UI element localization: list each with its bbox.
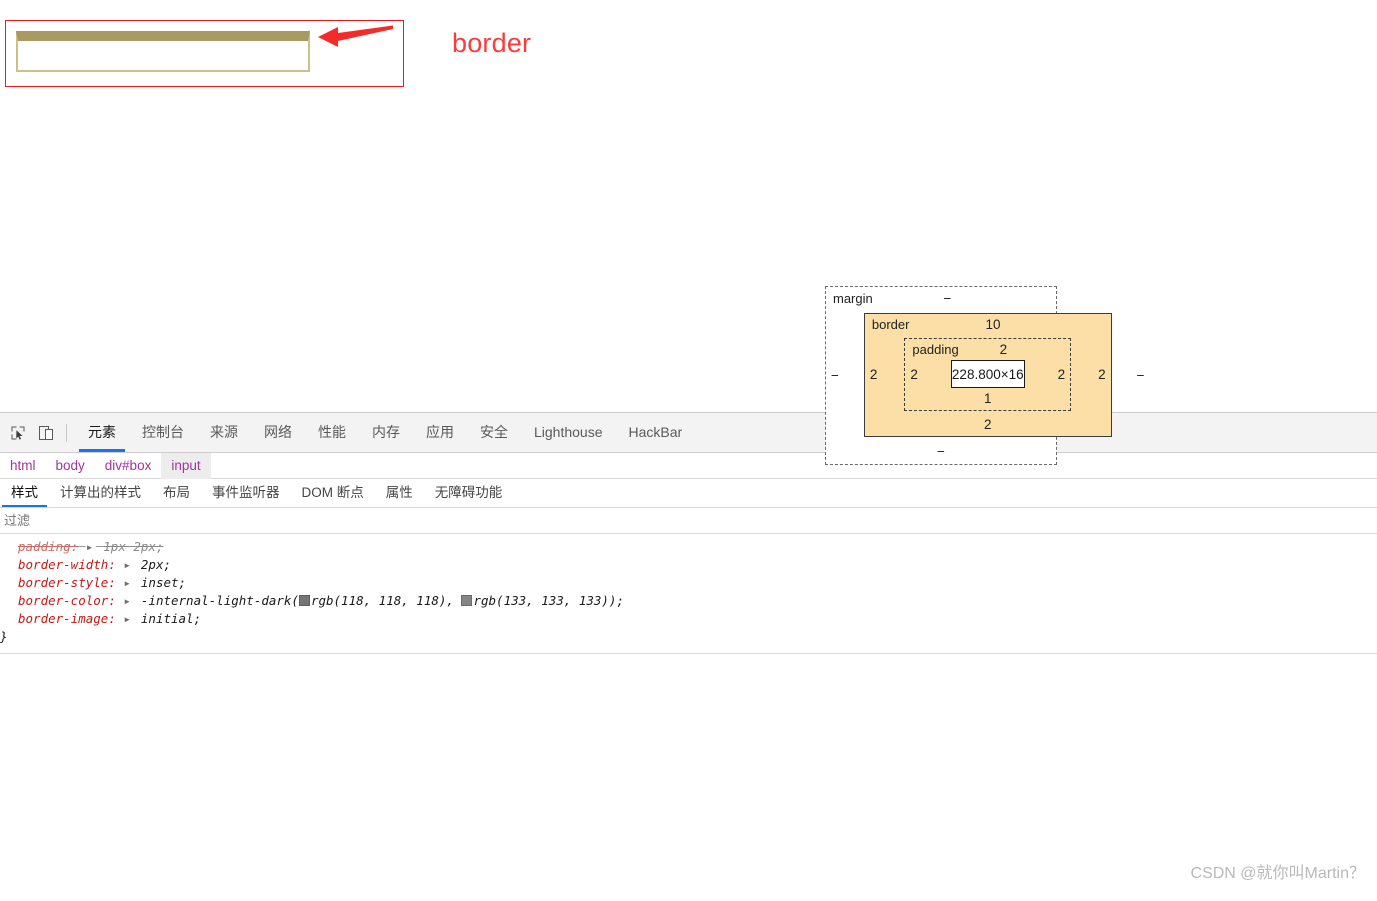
tab-sources[interactable]: 来源 (197, 413, 251, 452)
styles-filter-input[interactable] (2, 508, 306, 533)
tab-network[interactable]: 网络 (251, 413, 305, 452)
box-model-margin-right[interactable]: − (1132, 368, 1150, 383)
box-model-margin-mid: − border 10 2 padding 2 2 228.800×16 2 1… (826, 307, 1145, 443)
box-model-margin[interactable]: margin − − border 10 2 padding 2 2 228.8… (825, 286, 1145, 465)
text-input[interactable] (16, 31, 310, 72)
annotation-arrow-icon (316, 24, 394, 50)
css-rules-pane: padding: ▸ 1px 2px; border-width: ▸ 2px;… (0, 534, 1377, 654)
css-closing-brace-text: } (0, 629, 8, 644)
inspect-element-icon[interactable] (4, 419, 32, 447)
box-model-padding-mid: 2 228.800×16 2 (905, 358, 1070, 390)
subtab-dom-breakpoints[interactable]: DOM 断点 (291, 479, 375, 507)
css-declaration-border-style[interactable]: border-style: ▸ inset; (0, 574, 1377, 592)
csdn-watermark: CSDN @就你叫Martin？ (1190, 865, 1365, 882)
css-property-value: 1px 2px; (103, 539, 164, 554)
box-model-margin-bottom[interactable]: − (826, 443, 1056, 460)
tab-performance[interactable]: 性能 (305, 413, 359, 452)
box-model-padding-left[interactable]: 2 (905, 367, 923, 382)
css-property-name: border-style (18, 575, 109, 590)
tab-hackbar[interactable]: HackBar (616, 413, 696, 452)
device-toolbar-icon[interactable] (32, 419, 60, 447)
tab-elements[interactable]: 元素 (75, 413, 129, 452)
color-swatch-icon[interactable] (298, 595, 310, 606)
subtab-layout[interactable]: 布局 (152, 479, 201, 507)
box-model-border-label: border (871, 317, 910, 332)
css-property-name: padding (18, 539, 71, 554)
devtools-tabbar: 元素 控制台 来源 网络 性能 内存 应用 安全 Lighthouse Hack… (0, 413, 1377, 453)
box-model-margin-label: margin (833, 291, 873, 306)
breadcrumb-item-body[interactable]: body (46, 453, 95, 479)
tab-console[interactable]: 控制台 (129, 413, 197, 452)
css-declaration-border-image[interactable]: border-image: ▸ initial; (0, 610, 1377, 628)
box-model-border-left[interactable]: 2 (865, 367, 883, 382)
css-property-value: 2px; (140, 557, 172, 572)
css-property-name: border-image (18, 611, 109, 626)
css-declaration-padding[interactable]: padding: ▸ 1px 2px; (0, 538, 1377, 556)
rendered-page-area: border (0, 0, 1377, 412)
breadcrumb: html body div#box input (0, 452, 1377, 479)
css-declaration-border-color[interactable]: border-color: ▸ -internal-light-dark(rgb… (0, 592, 1377, 610)
toolbar-divider (66, 423, 67, 442)
box-model-diagram: margin − − border 10 2 padding 2 2 228.8… (825, 286, 1145, 465)
box-model-border-right[interactable]: 2 (1093, 367, 1111, 382)
box-model-border-header: border 10 (865, 317, 1111, 333)
chevron-right-icon[interactable]: ▸ (123, 610, 133, 628)
box-model-content[interactable]: 228.800×16 (950, 360, 1025, 388)
breadcrumb-item-div-box[interactable]: div#box (95, 453, 162, 479)
chevron-right-icon[interactable]: ▸ (86, 538, 96, 556)
box-model-pane (0, 654, 1377, 879)
breadcrumb-item-input[interactable]: input (161, 452, 211, 479)
breadcrumb-item-html[interactable]: html (0, 453, 46, 479)
css-color-value-1: rgb(118, 118, 118), (310, 593, 462, 608)
subtab-styles[interactable]: 样式 (0, 479, 49, 507)
devtools-panel: 元素 控制台 来源 网络 性能 内存 应用 安全 Lighthouse Hack… (0, 412, 1377, 901)
box-model-padding-label: padding (912, 342, 959, 357)
css-property-name: border-width (18, 557, 109, 572)
text-input-wrapper[interactable] (16, 31, 310, 72)
devtools-subtabbar: 样式 计算出的样式 布局 事件监听器 DOM 断点 属性 无障碍功能 (0, 479, 1377, 508)
box-model-padding-top[interactable]: 2 (959, 342, 1048, 357)
box-model-border[interactable]: border 10 2 padding 2 2 228.800×16 2 1 2… (863, 313, 1112, 437)
tab-memory[interactable]: 内存 (359, 413, 413, 452)
subtab-event-listeners[interactable]: 事件监听器 (201, 479, 291, 507)
box-model-margin-left[interactable]: − (826, 368, 844, 383)
tab-lighthouse[interactable]: Lighthouse (521, 413, 616, 452)
styles-filter-row (0, 508, 1377, 534)
tab-application[interactable]: 应用 (413, 413, 467, 452)
css-property-value: initial; (140, 611, 202, 626)
box-model-border-mid: 2 padding 2 2 228.800×16 2 1 2 (865, 333, 1111, 416)
css-rule-closing-brace: } (0, 628, 1377, 646)
css-color-value-2: rgb(133, 133, 133)); (473, 593, 624, 608)
subtab-accessibility[interactable]: 无障碍功能 (424, 479, 514, 507)
box-model-border-bottom[interactable]: 2 (865, 416, 1111, 433)
subtab-properties[interactable]: 属性 (375, 479, 424, 507)
tab-security[interactable]: 安全 (467, 413, 521, 452)
box-model-margin-header: margin − (826, 291, 1056, 307)
box-model-padding-right[interactable]: 2 (1053, 367, 1071, 382)
chevron-right-icon[interactable]: ▸ (123, 592, 133, 610)
css-property-name: border-color (18, 593, 109, 608)
box-model-border-top[interactable]: 10 (909, 317, 1076, 332)
box-model-padding[interactable]: padding 2 2 228.800×16 2 1 (904, 338, 1072, 411)
chevron-right-icon[interactable]: ▸ (123, 556, 133, 574)
subtab-computed[interactable]: 计算出的样式 (49, 479, 152, 507)
screenshot-root: border 元素 控制台 来源 网络 性能 内存 应用 安全 Lighthou… (0, 0, 1377, 901)
color-swatch-icon[interactable] (461, 595, 473, 606)
box-model-margin-top[interactable]: − (873, 291, 1022, 306)
css-declaration-border-width[interactable]: border-width: ▸ 2px; (0, 556, 1377, 574)
annotation-text-border: border (452, 28, 532, 58)
css-property-value: inset; (140, 575, 187, 590)
css-property-value: -internal-light-dark( (140, 593, 299, 608)
box-model-padding-bottom[interactable]: 1 (905, 390, 1070, 407)
chevron-right-icon[interactable]: ▸ (123, 574, 133, 592)
box-model-padding-header: padding 2 (905, 342, 1070, 358)
